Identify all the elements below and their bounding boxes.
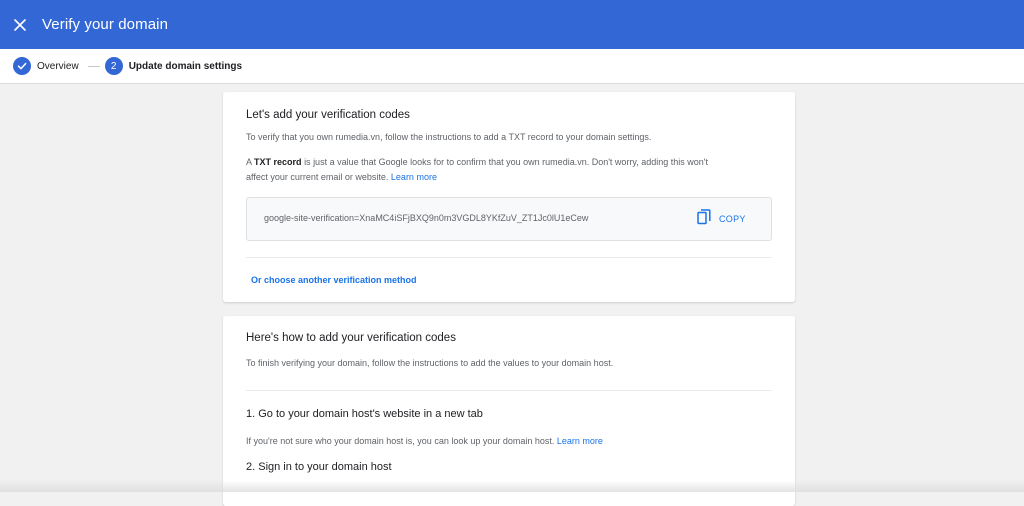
instruction-step-2-title: 2. Sign in to your domain host [246,461,392,473]
copy-icon [697,208,711,230]
card-heading: Let's add your verification codes [246,109,410,121]
step-label: Update domain settings [128,60,243,72]
divider [246,257,772,258]
txt-record-term: TXT record [254,157,302,167]
verification-codes-card: Let's add your verification codes To ver… [223,92,795,302]
check-icon [13,57,31,75]
instruction-step-1-title: 1. Go to your domain host's website in a… [246,408,483,420]
txt-record-explanation: A TXT record is just a value that Google… [246,155,776,185]
verification-code[interactable]: google-site-verification=XnaMC4iSFjBXQ9n… [264,213,588,223]
verification-code-box: google-site-verification=XnaMC4iSFjBXQ9n… [246,197,772,241]
app-bar: Verify your domain [0,0,1024,49]
copy-label: COPY [719,214,746,224]
instruction-step-1-text: If you're not sure who your domain host … [246,434,776,449]
step-overview[interactable]: Overview [13,57,79,75]
learn-more-link[interactable]: Learn more [557,436,603,446]
step-number: 2 [104,57,123,75]
page-title: Verify your domain [42,16,169,33]
card-intro: To verify that you own rumedia.vn, follo… [246,132,652,142]
step1-text: If you're not sure who your domain host … [246,436,555,446]
bottom-fade [0,480,1024,492]
copy-button[interactable]: COPY [697,208,746,230]
divider [246,390,772,391]
step-update-domain-settings[interactable]: 2 Update domain settings [104,57,243,75]
close-icon[interactable] [12,17,28,33]
step-connector [87,65,100,67]
how-to-add-card: Here's how to add your verification code… [223,316,795,506]
txt-prefix: A [246,157,252,167]
stepper: Overview 2 Update domain settings [0,49,1024,84]
learn-more-link[interactable]: Learn more [391,172,437,182]
txt-explanation-line2: affect your current email or website. [246,172,389,182]
card-intro: To finish verifying your domain, follow … [246,358,614,368]
txt-explanation-line1: is just a value that Google looks for to… [304,157,709,167]
step-label: Overview [37,60,79,72]
alternate-method-link[interactable]: Or choose another verification method [251,275,417,285]
card-heading: Here's how to add your verification code… [246,332,456,344]
